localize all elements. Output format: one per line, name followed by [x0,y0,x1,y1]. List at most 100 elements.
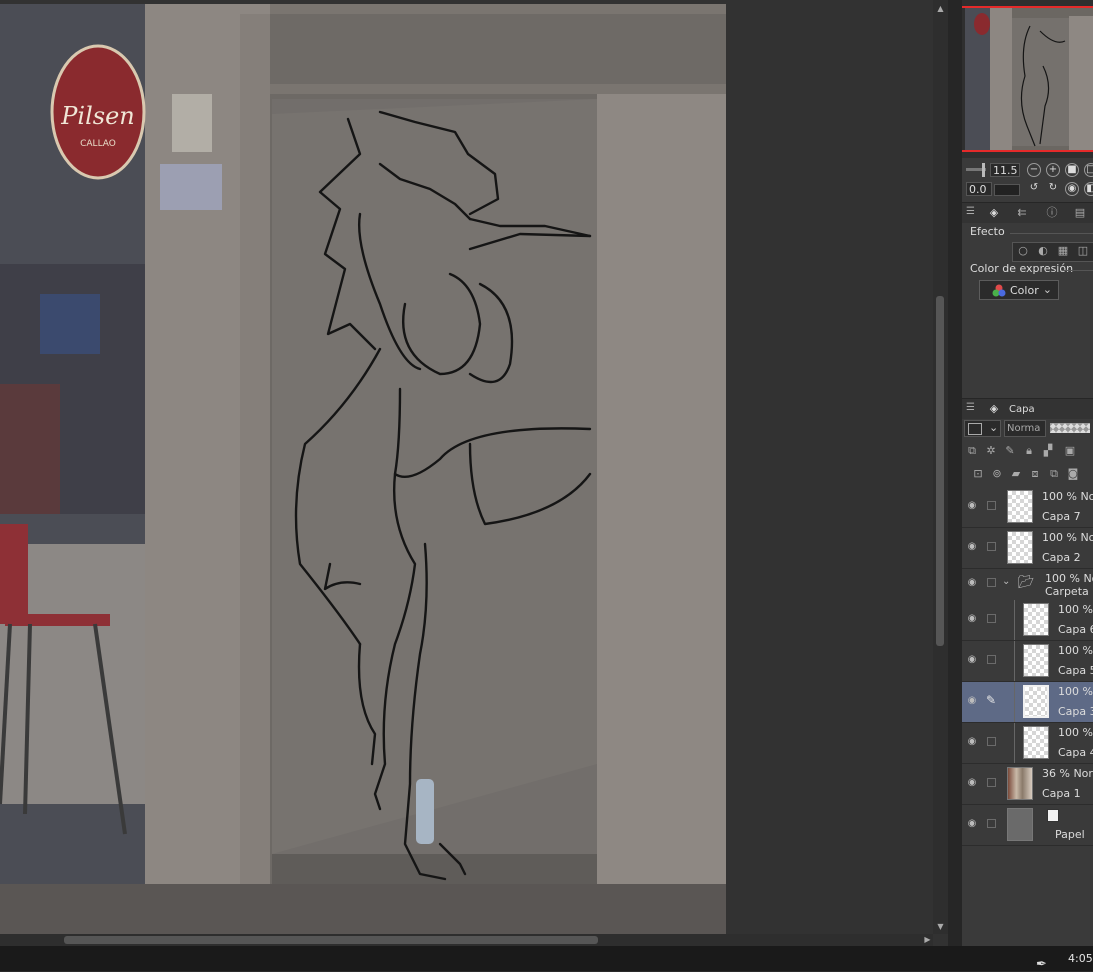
layer-lock-checkbox[interactable] [987,578,996,587]
taskbar: ✒ 4:05 [0,946,1093,972]
layer-row-selected[interactable]: ◉ ✎ 100 % N Capa 3 [962,682,1093,723]
zoom-value-field[interactable]: 11.5 [990,163,1020,177]
new-raster-layer-icon[interactable]: ⊡ [970,467,986,481]
layer-row[interactable]: ◉ 100 % N Capa 5 [962,641,1093,682]
eye-icon[interactable]: ◉ [966,818,978,830]
rotate-right-icon[interactable]: ↻ [1046,182,1060,196]
vertical-scroll-thumb[interactable] [936,296,944,646]
layer-row[interactable]: ◉ 100 % Nom Capa 7 [962,487,1093,528]
layer-lock-checkbox[interactable] [987,501,996,510]
actual-size-icon[interactable]: □ [1084,163,1093,177]
scroll-up-arrow-icon[interactable]: ▲ [935,3,946,14]
layer-lock-checkbox[interactable] [987,542,996,551]
sub-view-tab-icon[interactable]: ▤ [1072,206,1088,220]
clip-layer-icon[interactable]: ⧉ [964,444,980,458]
zoom-out-icon[interactable]: − [1027,163,1041,177]
layer-lock-checkbox[interactable] [987,655,996,664]
panel-menu-icon[interactable]: ☰ [966,207,975,217]
layer-name: Capa 5 [1058,664,1093,677]
eye-icon[interactable]: ◉ [966,541,978,553]
layer-lock-checkbox[interactable] [987,737,996,746]
draft-layer-icon[interactable]: ✎ [1002,444,1018,458]
opacity-slider[interactable] [1050,423,1090,433]
layer-row[interactable]: ◉ 36 % Norma Capa 1 [962,764,1093,805]
eye-icon[interactable]: ◉ [966,654,978,666]
tone-effect-icon[interactable]: ▦ [1055,244,1071,258]
reset-rotation-icon[interactable]: ◉ [1065,182,1079,196]
layer-stack-icon[interactable]: ◈ [986,402,1002,416]
combine-layer-icon[interactable]: ⧉ [1046,467,1062,481]
new-folder-icon[interactable]: ▰ [1008,467,1024,481]
layer-thumbnail [1007,490,1033,523]
extract-line-icon[interactable]: ◐ [1035,244,1051,258]
eye-icon[interactable]: ◉ [966,736,978,748]
eye-icon[interactable]: ◉ [966,613,978,625]
rotate-left-icon[interactable]: ↺ [1027,182,1041,196]
layer-color-icon[interactable]: ◫ [1075,244,1091,258]
layer-panel-header: ☰ ◈ Capa [962,398,1093,419]
pen-tray-icon[interactable]: ✒ [1036,957,1047,972]
layer-property-tab-icon[interactable]: ◈ [986,206,1002,220]
expression-color-divider [1062,270,1093,271]
mask-enable-icon[interactable]: ▣ [1062,444,1078,458]
lock-layer-icon[interactable]: 🔒︎ [1021,444,1037,458]
paper-icon [1047,809,1059,822]
svg-text:Pilsen: Pilsen [60,102,134,130]
navigator-panel [962,0,1093,158]
horizontal-scrollbar[interactable]: ▶ [0,934,933,946]
canvas-area[interactable]: Pilsen CALLAO ▲ ▼ ▶ [0,0,948,946]
vertical-scrollbar[interactable]: ▲ ▼ [933,0,948,934]
folder-collapse-chevron-icon[interactable]: ⌄ [1002,576,1010,587]
new-vector-layer-icon[interactable]: ⊚ [989,467,1005,481]
layer-lock-checkbox[interactable] [987,614,996,623]
scroll-down-arrow-icon[interactable]: ▼ [935,921,946,932]
layer-lock-checkbox[interactable] [987,778,996,787]
create-mask-icon[interactable]: ◙ [1065,467,1081,481]
layer-thumbnail [1023,685,1049,718]
rotation-value-field[interactable]: 0.0 [966,182,992,196]
layer-tab-label[interactable]: Capa [1009,404,1035,415]
paper-layer-row[interactable]: ◉ Papel [962,805,1093,846]
lock-transparency-icon[interactable]: ▞ [1040,444,1056,458]
blend-mode-select[interactable]: Norma [1004,420,1046,437]
rotation-slider[interactable] [994,184,1020,196]
effect-divider [1010,233,1093,234]
info-tab-icon[interactable]: ⓘ [1044,206,1060,220]
fit-to-window-icon[interactable]: ■ [1065,163,1079,177]
clock[interactable]: 4:05 [1068,952,1093,965]
layer-row[interactable]: ◉ 100 % Nom Capa 2 [962,528,1093,569]
zoom-slider-handle[interactable] [982,163,985,177]
eye-icon[interactable]: ◉ [966,695,978,707]
border-effect-icon[interactable]: ○ [1015,244,1031,258]
paper-layer-thumbnail [1007,808,1033,841]
layer-row[interactable]: ◉ 100 % N Capa 4 [962,723,1093,764]
layer-row[interactable]: ◉ 100 % N Capa 6 [962,600,1093,641]
scroll-right-arrow-icon[interactable]: ▶ [922,934,933,946]
expression-color-value: Color [1010,284,1039,297]
reference-layer-icon[interactable]: ✲ [983,444,999,458]
svg-text:CALLAO: CALLAO [80,139,116,149]
tool-property-header: ☰ ◈ ⇇ ⓘ ▤ [962,202,1093,223]
horizontal-scroll-thumb[interactable] [64,936,598,944]
navigator-preview[interactable] [965,6,1093,152]
eye-icon[interactable]: ◉ [966,577,978,589]
expression-color-select[interactable]: Color ⌄ [979,280,1059,300]
layer-lock-checkbox[interactable] [987,819,996,828]
layer-panel-menu-icon[interactable]: ☰ [966,403,975,413]
layer-color-dropdown[interactable]: ⌄ [964,420,1001,437]
layer-create-tools: ⊡ ⊚ ▰ ⧈ ⧉ ◙ [962,464,1093,482]
flip-horizontal-icon[interactable]: ◧ [1084,182,1093,196]
layer-opacity-mode: 100 % N [1058,603,1093,616]
color-circles-icon [992,284,1006,297]
canvas-image[interactable]: Pilsen CALLAO [0,4,726,934]
zoom-in-icon[interactable]: + [1046,163,1060,177]
tool-property-tab-icon[interactable]: ⇇ [1014,206,1030,220]
transfer-to-lower-layer-icon[interactable]: ⧈ [1027,467,1043,481]
folder-row[interactable]: ◉ ⌄ 📂︎ 100 % Nor Carpeta 1 [962,569,1093,601]
folder-open-icon: 📂︎ [1018,575,1035,590]
eye-icon[interactable]: ◉ [966,500,978,512]
layer-opacity-mode: 100 % N [1058,685,1093,698]
layer-opacity-mode: 100 % Nor [1045,572,1093,585]
panel-divider[interactable] [948,0,962,946]
eye-icon[interactable]: ◉ [966,777,978,789]
